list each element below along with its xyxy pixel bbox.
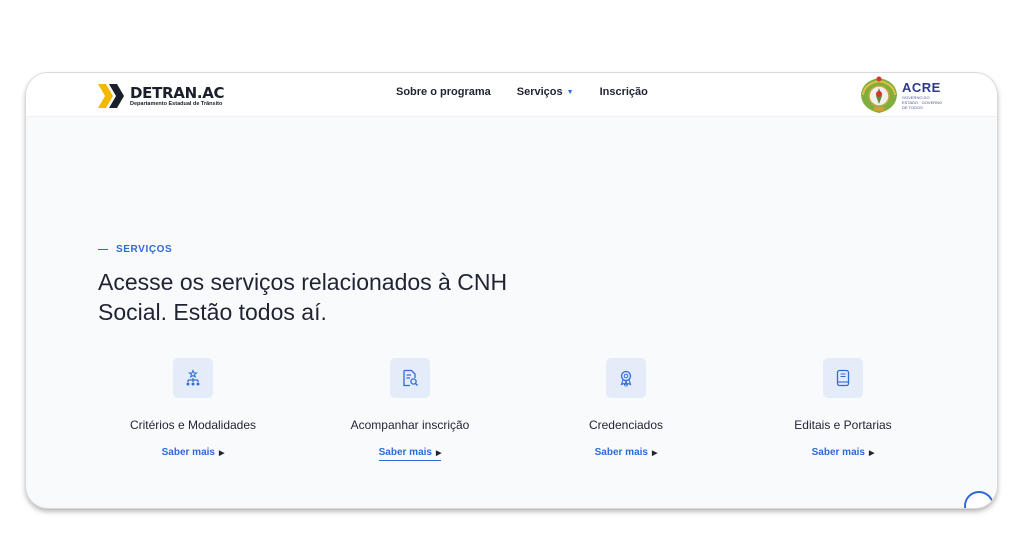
eyebrow-line bbox=[98, 249, 108, 250]
saber-mais-link[interactable]: Saber mais ▶ bbox=[378, 447, 442, 461]
logo-subtitle: Departamento Estadual de Trânsito bbox=[130, 100, 223, 107]
card-icon-box bbox=[173, 358, 213, 398]
browser-frame: DETRAN.AC Departamento Estadual de Trâns… bbox=[26, 73, 997, 508]
link-label: Saber mais bbox=[161, 447, 215, 458]
card-icon-box bbox=[606, 358, 646, 398]
link-label: Saber mais bbox=[378, 447, 432, 458]
acre-government-logo[interactable]: ACRE GOVERNO DO ESTADO · GOVERNO DE TODO… bbox=[858, 75, 946, 115]
nav-inscricao[interactable]: Inscrição bbox=[600, 86, 648, 98]
card-title: Editais e Portarias bbox=[794, 418, 892, 432]
acre-seal-icon bbox=[861, 76, 897, 113]
arrow-right-icon: ▶ bbox=[218, 450, 225, 457]
saber-mais-link[interactable]: Saber mais ▶ bbox=[162, 447, 225, 458]
nav-sobre-o-programa[interactable]: Sobre o programa bbox=[396, 86, 491, 98]
detran-logo[interactable]: DETRAN.AC Departamento Estadual de Trâns… bbox=[98, 81, 225, 111]
document-search-icon bbox=[403, 369, 418, 387]
section-headline: Acesse os serviços relacionados à CNH So… bbox=[98, 269, 508, 325]
card-title: Credenciados bbox=[588, 418, 664, 432]
caret-down-icon: ▼ bbox=[566, 88, 574, 96]
nav-label: Inscrição bbox=[599, 86, 648, 98]
card-title: Critérios e Modalidades bbox=[129, 418, 257, 432]
service-card-editais: Editais e Portarias Saber mais ▶ bbox=[743, 358, 943, 460]
section-eyebrow: SERVIÇOS bbox=[98, 244, 172, 255]
card-title: Acompanhar inscrição bbox=[350, 418, 470, 432]
acre-subtitle: GOVERNO DO ESTADO · GOVERNO DE TODOS bbox=[902, 94, 943, 110]
acre-title: ACRE bbox=[902, 79, 941, 95]
arrow-right-icon: ▶ bbox=[868, 450, 875, 457]
main-nav: Sobre o programa Serviços ▼ Inscrição bbox=[396, 73, 674, 111]
section-tag: SERVIÇOS bbox=[116, 244, 173, 255]
link-label: Saber mais bbox=[811, 447, 865, 458]
award-badge-icon bbox=[620, 370, 632, 387]
saber-mais-link[interactable]: Saber mais ▶ bbox=[595, 447, 658, 458]
service-card-credenciados: Credenciados Saber mais ▶ bbox=[526, 358, 726, 460]
link-label: Saber mais bbox=[594, 447, 648, 458]
hierarchy-icon bbox=[186, 369, 200, 386]
card-icon-box bbox=[390, 358, 430, 398]
chevrons-logo-icon bbox=[98, 84, 124, 108]
site-header: DETRAN.AC Departamento Estadual de Trâns… bbox=[26, 73, 997, 117]
arrow-right-icon: ▶ bbox=[651, 450, 658, 457]
logo-title: DETRAN.AC bbox=[130, 83, 225, 102]
service-card-acompanhar: Acompanhar inscrição Saber mais ▶ bbox=[310, 358, 510, 461]
service-card-criterios: Critérios e Modalidades Saber mais ▶ bbox=[93, 358, 293, 460]
nav-label: Serviços bbox=[516, 86, 563, 98]
floating-action-button[interactable] bbox=[964, 491, 994, 508]
nav-servicos[interactable]: Serviços ▼ bbox=[517, 86, 574, 98]
card-icon-box bbox=[823, 358, 863, 398]
arrow-right-icon: ▶ bbox=[435, 450, 442, 457]
nav-label: Sobre o programa bbox=[396, 86, 491, 98]
book-icon bbox=[836, 369, 850, 387]
saber-mais-link[interactable]: Saber mais ▶ bbox=[812, 447, 875, 458]
